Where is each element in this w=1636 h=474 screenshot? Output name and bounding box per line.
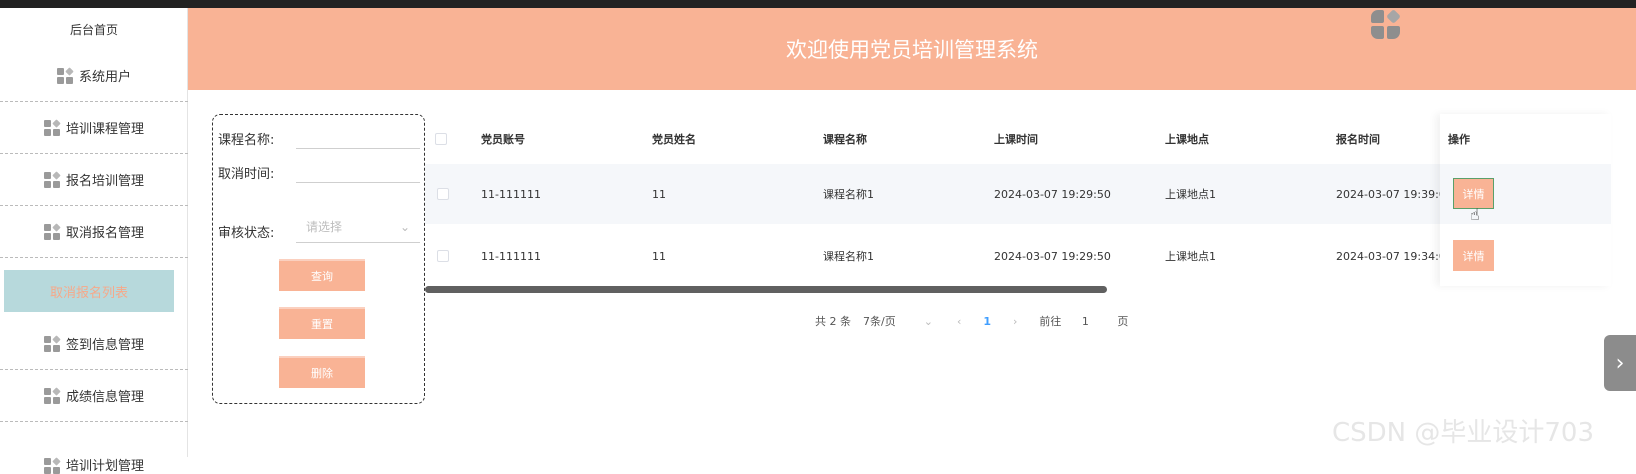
cell-course: 课程名称1 bbox=[823, 250, 874, 263]
prev-page-icon[interactable]: ‹ bbox=[957, 315, 961, 328]
apps-icon bbox=[43, 334, 61, 352]
reset-button[interactable]: 重置 bbox=[279, 307, 365, 339]
filter-panel: 课程名称: 取消时间: 审核状态: 请选择 ⌄ 查询 重置 删除 bbox=[212, 114, 425, 404]
column-header: 党员账号 bbox=[481, 133, 525, 146]
hand-cursor-icon: ☝ bbox=[1470, 205, 1480, 224]
cell-name: 11 bbox=[652, 187, 666, 201]
page-size-select[interactable]: 7条/页 ⌄ bbox=[863, 313, 933, 329]
page-number[interactable]: 1 bbox=[983, 315, 991, 328]
apps-icon bbox=[43, 222, 61, 240]
apps-icon bbox=[43, 118, 61, 136]
sidebar-item-label: 签到信息管理 bbox=[65, 338, 144, 353]
review-status-label: 审核状态: bbox=[218, 226, 275, 241]
delete-button[interactable]: 删除 bbox=[279, 356, 365, 388]
table-header-row: 党员账号 党员姓名 课程名称 上课时间 上课地点 报名时间 bbox=[425, 114, 1611, 164]
sidebar-item-home[interactable]: 后台首页 bbox=[0, 8, 188, 50]
cell-enroll-time: 2024-03-07 19:34:0 bbox=[1336, 249, 1440, 263]
sidebar-item-label: 取消报名列表 bbox=[49, 285, 128, 301]
page-size-value: 7条/页 bbox=[863, 315, 896, 328]
sidebar-item-label: 成绩信息管理 bbox=[65, 390, 144, 405]
sidebar-item-label: 后台首页 bbox=[69, 22, 118, 37]
sidebar-item-enrollment-management[interactable]: 报名培训管理 bbox=[0, 154, 188, 206]
apps-icon bbox=[43, 386, 61, 404]
sidebar-item-system-users[interactable]: 系统用户 bbox=[0, 50, 188, 102]
sidebar-item-course-management[interactable]: 培训课程管理 bbox=[0, 102, 188, 154]
detail-button[interactable]: 详情 bbox=[1453, 240, 1494, 271]
chevron-down-icon: ⌄ bbox=[923, 314, 933, 328]
column-header: 报名时间 bbox=[1336, 133, 1380, 146]
table-row[interactable]: 11-111111 11 课程名称1 2024-03-07 19:29:50 上… bbox=[425, 226, 1611, 286]
cell-class-time: 2024-03-07 19:29:50 bbox=[994, 187, 1111, 201]
cancel-time-label: 取消时间: bbox=[218, 167, 275, 182]
cell-location: 上课地点1 bbox=[1165, 250, 1216, 263]
avatar-icon[interactable] bbox=[1371, 9, 1401, 40]
column-header: 上课时间 bbox=[994, 133, 1038, 146]
sidebar-item-label: 取消报名管理 bbox=[65, 226, 144, 241]
sidebar-item-plan-management[interactable]: 培训计划管理 bbox=[0, 422, 188, 474]
data-table: 党员账号 党员姓名 课程名称 上课时间 上课地点 报名时间 11-111111 … bbox=[425, 114, 1611, 292]
cell-location: 上课地点1 bbox=[1165, 188, 1216, 201]
column-header: 上课地点 bbox=[1165, 133, 1209, 146]
column-header: 课程名称 bbox=[823, 133, 867, 146]
column-header: 党员姓名 bbox=[652, 133, 696, 146]
course-name-input[interactable] bbox=[296, 123, 420, 149]
cell-class-time: 2024-03-07 19:29:50 bbox=[994, 249, 1111, 263]
cell-name: 11 bbox=[652, 249, 666, 263]
total-count: 共 2 条 bbox=[815, 315, 851, 328]
pagination: 共 2 条 7条/页 ⌄ ‹ 1 › 前往 1 页 bbox=[815, 310, 1140, 332]
chevron-down-icon: ⌄ bbox=[399, 219, 410, 234]
page-suffix: 页 bbox=[1117, 315, 1129, 328]
column-header-operations: 操作 bbox=[1448, 133, 1470, 146]
review-status-placeholder: 请选择 bbox=[306, 220, 343, 234]
next-page-icon[interactable]: › bbox=[1013, 315, 1017, 328]
sidebar-item-label: 培训课程管理 bbox=[65, 122, 144, 137]
sidebar-item-cancel-management[interactable]: 取消报名管理 bbox=[0, 206, 188, 258]
sidebar: 后台首页 系统用户 培训课程管理 报名培训管理 取消报名管理 取消报名列表 签到… bbox=[0, 8, 188, 474]
query-button[interactable]: 查询 bbox=[279, 259, 365, 291]
page-title: 欢迎使用党员培训管理系统 bbox=[786, 38, 1038, 62]
course-name-label: 课程名称: bbox=[218, 133, 275, 148]
chevron-right-icon[interactable]: › bbox=[1604, 335, 1636, 391]
cell-enroll-time: 2024-03-07 19:39:0 bbox=[1336, 187, 1440, 201]
cancel-time-input[interactable] bbox=[296, 157, 420, 183]
operations-column: 操作 详情 详情 bbox=[1440, 114, 1611, 286]
apps-icon bbox=[43, 457, 61, 474]
table-row[interactable]: 11-111111 11 课程名称1 2024-03-07 19:29:50 上… bbox=[425, 164, 1611, 224]
sidebar-item-checkin-management[interactable]: 签到信息管理 bbox=[0, 318, 188, 370]
top-strip bbox=[0, 0, 1636, 8]
row-checkbox[interactable] bbox=[437, 188, 449, 200]
review-status-select[interactable]: 请选择 ⌄ bbox=[296, 211, 420, 243]
goto-label: 前往 bbox=[1039, 315, 1062, 328]
horizontal-scrollbar[interactable] bbox=[425, 286, 1107, 293]
sidebar-item-score-management[interactable]: 成绩信息管理 bbox=[0, 370, 188, 422]
header: 欢迎使用党员培训管理系统 bbox=[188, 8, 1636, 90]
sidebar-item-label: 培训计划管理 bbox=[65, 459, 144, 474]
watermark: CSDN @毕业设计703 bbox=[1332, 418, 1595, 448]
sidebar-item-label: 报名培训管理 bbox=[65, 174, 144, 189]
cell-course: 课程名称1 bbox=[823, 188, 874, 201]
cell-account: 11-111111 bbox=[481, 187, 541, 201]
sidebar-item-cancel-list[interactable]: 取消报名列表 bbox=[4, 270, 174, 312]
goto-page-input[interactable]: 1 bbox=[1065, 315, 1105, 328]
apps-icon bbox=[43, 170, 61, 188]
select-all-checkbox[interactable] bbox=[435, 133, 447, 145]
cell-account: 11-111111 bbox=[481, 249, 541, 263]
apps-icon bbox=[56, 66, 74, 84]
row-checkbox[interactable] bbox=[437, 250, 449, 262]
sidebar-item-label: 系统用户 bbox=[78, 70, 131, 85]
